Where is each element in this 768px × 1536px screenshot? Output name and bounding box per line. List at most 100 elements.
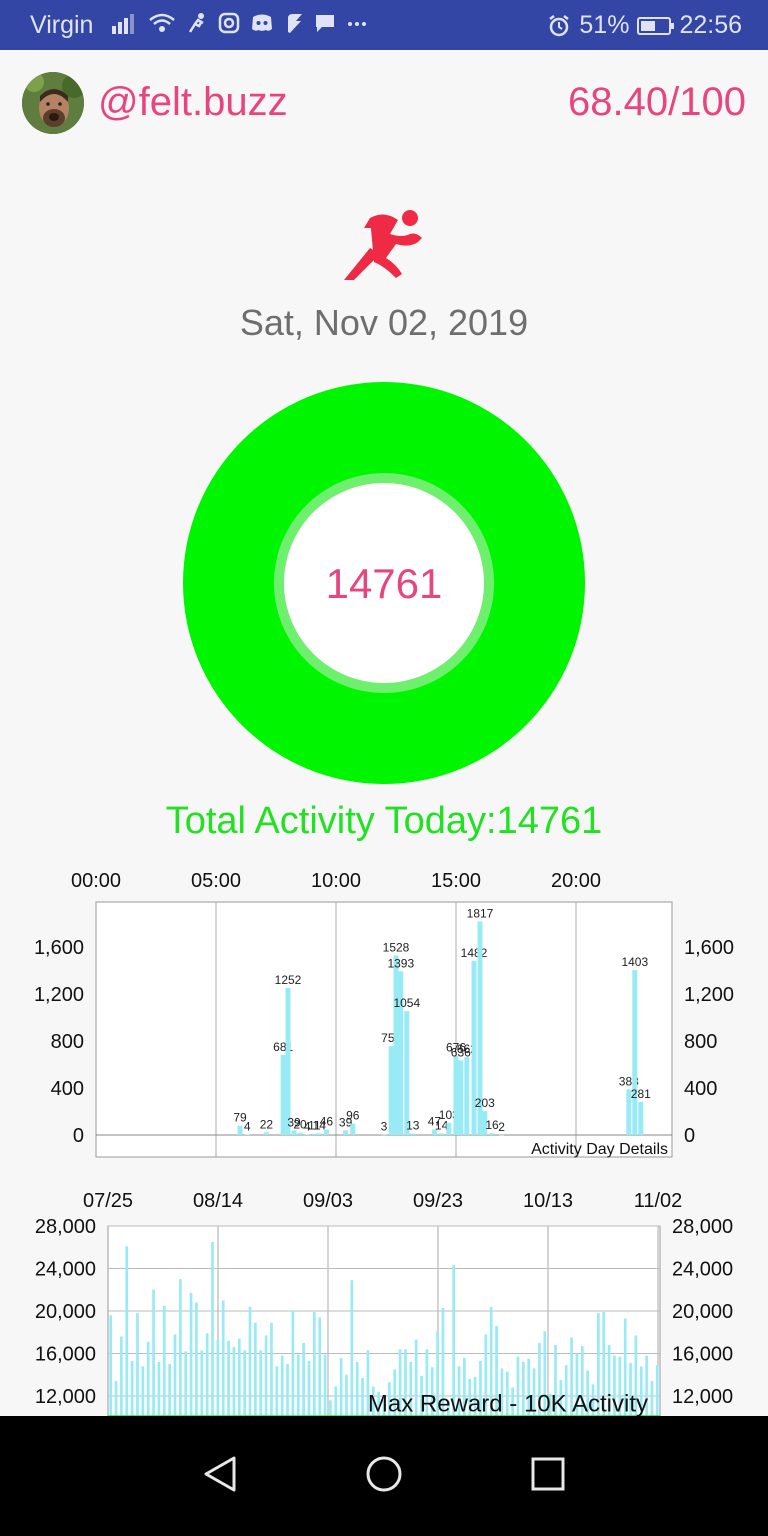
day-chart-bar xyxy=(237,1125,243,1135)
message-icon xyxy=(316,15,334,32)
day-chart-data-label: 4 xyxy=(244,1120,251,1134)
day-activity-chart: 00:00 05:00 10:00 15:00 20:00 0 0 400 400 800 800 1… xyxy=(34,870,734,1158)
day-chart-data-label: 1528 xyxy=(383,940,410,954)
username[interactable]: @felt.buzz xyxy=(98,80,288,125)
day-chart-bar xyxy=(297,1132,303,1135)
history-chart-bar xyxy=(302,1342,305,1416)
history-chart-bar xyxy=(130,1360,134,1416)
history-chart-bar xyxy=(296,1354,300,1416)
day-chart-data-label: 203 xyxy=(475,1096,495,1110)
history-chart-bar xyxy=(318,1317,322,1416)
navigation-bar xyxy=(0,1416,768,1536)
activity-icon xyxy=(188,13,204,33)
day-chart-y-tick-left: 800 xyxy=(51,1031,84,1053)
total-activity-label: Total Activity Today:14761 xyxy=(165,800,603,842)
instagram-icon xyxy=(218,12,240,34)
day-chart-bar xyxy=(350,1123,356,1135)
home-icon[interactable] xyxy=(364,1454,404,1494)
day-chart-data-label: 16 xyxy=(485,1118,499,1132)
history-chart-bar xyxy=(270,1322,273,1416)
history-chart-bar xyxy=(329,1400,332,1416)
history-chart-bar xyxy=(120,1336,123,1416)
day-chart-bar xyxy=(410,1133,416,1135)
day-chart-bar xyxy=(285,987,291,1135)
day-chart-bar xyxy=(280,1054,286,1135)
day-chart-data-label: 22 xyxy=(260,1117,274,1131)
ring-steps: 14761 xyxy=(326,560,443,607)
history-chart-bar xyxy=(254,1322,257,1416)
history-chart-bar xyxy=(280,1355,284,1416)
day-chart-y-tick-left: 1,200 xyxy=(34,984,84,1006)
history-chart-bar xyxy=(264,1335,268,1416)
day-chart-y-tick-left: 400 xyxy=(51,1078,84,1100)
day-chart-data-label: 3 xyxy=(381,1120,388,1134)
history-chart-bar xyxy=(232,1347,236,1416)
history-activity-chart: 07/25 08/14 09/03 09/23 10/13 11/02 28,000 28,0… xyxy=(35,1190,733,1416)
day-chart-y-tick-left: 0 xyxy=(73,1125,84,1147)
history-chart-y-tick-left: 24,000 xyxy=(35,1259,96,1281)
day-chart-bar xyxy=(316,1133,322,1135)
history-chart-bar xyxy=(211,1241,214,1416)
day-chart-bar xyxy=(263,1132,269,1135)
history-chart-bar xyxy=(655,1365,659,1416)
day-chart-x-tick: 10:00 xyxy=(311,870,361,892)
day-chart-x-tick: 00:00 xyxy=(71,870,121,892)
history-chart-y-tick-right: 28,000 xyxy=(672,1216,733,1238)
avatar-image xyxy=(22,72,84,134)
status-right: 51% 22:56 xyxy=(547,11,742,40)
day-chart-y-tick-left: 1,600 xyxy=(34,937,84,959)
history-chart-bar xyxy=(168,1364,171,1416)
day-chart-data-label: 1817 xyxy=(467,907,494,921)
history-chart-x-tick: 07/25 xyxy=(83,1190,133,1212)
day-chart-data-label: 1252 xyxy=(275,973,302,987)
history-chart-bar xyxy=(361,1377,364,1416)
history-chart-bar xyxy=(237,1338,241,1416)
history-chart-bar xyxy=(195,1302,198,1416)
history-chart-bar xyxy=(200,1350,204,1416)
history-chart-bar xyxy=(146,1341,150,1416)
day-chart-data-label: 1054 xyxy=(393,996,420,1010)
history-chart-bar xyxy=(286,1364,289,1416)
history-chart-x-tick: 09/23 xyxy=(413,1190,463,1212)
back-icon[interactable] xyxy=(200,1454,240,1494)
recents-icon[interactable] xyxy=(528,1454,568,1494)
history-chart-bar xyxy=(109,1315,113,1416)
history-chart-bar xyxy=(243,1350,246,1416)
history-chart-bar xyxy=(650,1381,654,1416)
battery-icon xyxy=(637,16,675,35)
day-chart-y-tick-right: 1,600 xyxy=(684,937,734,959)
runner-icon xyxy=(344,210,422,280)
day-chart-data-label: 46 xyxy=(320,1115,334,1129)
day-chart-bar xyxy=(489,1133,495,1135)
day-chart-legend: Activity Day Details xyxy=(531,1141,668,1158)
day-chart-bar xyxy=(323,1129,329,1135)
more-icon xyxy=(348,22,366,26)
alarm-icon xyxy=(549,14,570,36)
history-chart-bar xyxy=(312,1312,316,1416)
avatar[interactable] xyxy=(22,72,84,134)
activity-ring: 14761 xyxy=(183,382,585,784)
history-chart-y-tick-left: 20,000 xyxy=(35,1301,96,1323)
history-chart-bar xyxy=(339,1357,343,1416)
day-chart-x-tick: 05:00 xyxy=(191,870,241,892)
history-chart-bar xyxy=(355,1362,359,1416)
day-chart-data-label: 1482 xyxy=(461,946,488,960)
history-chart-bar xyxy=(152,1289,155,1416)
day-chart-bar xyxy=(453,1055,459,1135)
history-chart-bar xyxy=(136,1313,139,1416)
day-chart-bar xyxy=(244,1134,250,1136)
history-chart-x-tick: 10/13 xyxy=(523,1190,573,1212)
day-chart-x-tick: 20:00 xyxy=(551,870,601,892)
day-chart-x-tick: 15:00 xyxy=(431,870,481,892)
day-chart-bar xyxy=(446,1122,452,1135)
day-chart-bar xyxy=(393,955,399,1135)
activity-date: Sat, Nov 02, 2019 xyxy=(239,302,529,343)
history-chart-bar xyxy=(125,1246,129,1416)
history-chart-bar xyxy=(350,1280,354,1416)
history-chart-bar xyxy=(173,1334,177,1416)
history-chart-bar xyxy=(216,1339,220,1416)
history-chart-x-tick: 08/14 xyxy=(193,1190,243,1212)
history-chart-bar xyxy=(227,1340,230,1416)
signal-icon xyxy=(112,14,134,34)
history-chart-bar xyxy=(221,1300,225,1416)
